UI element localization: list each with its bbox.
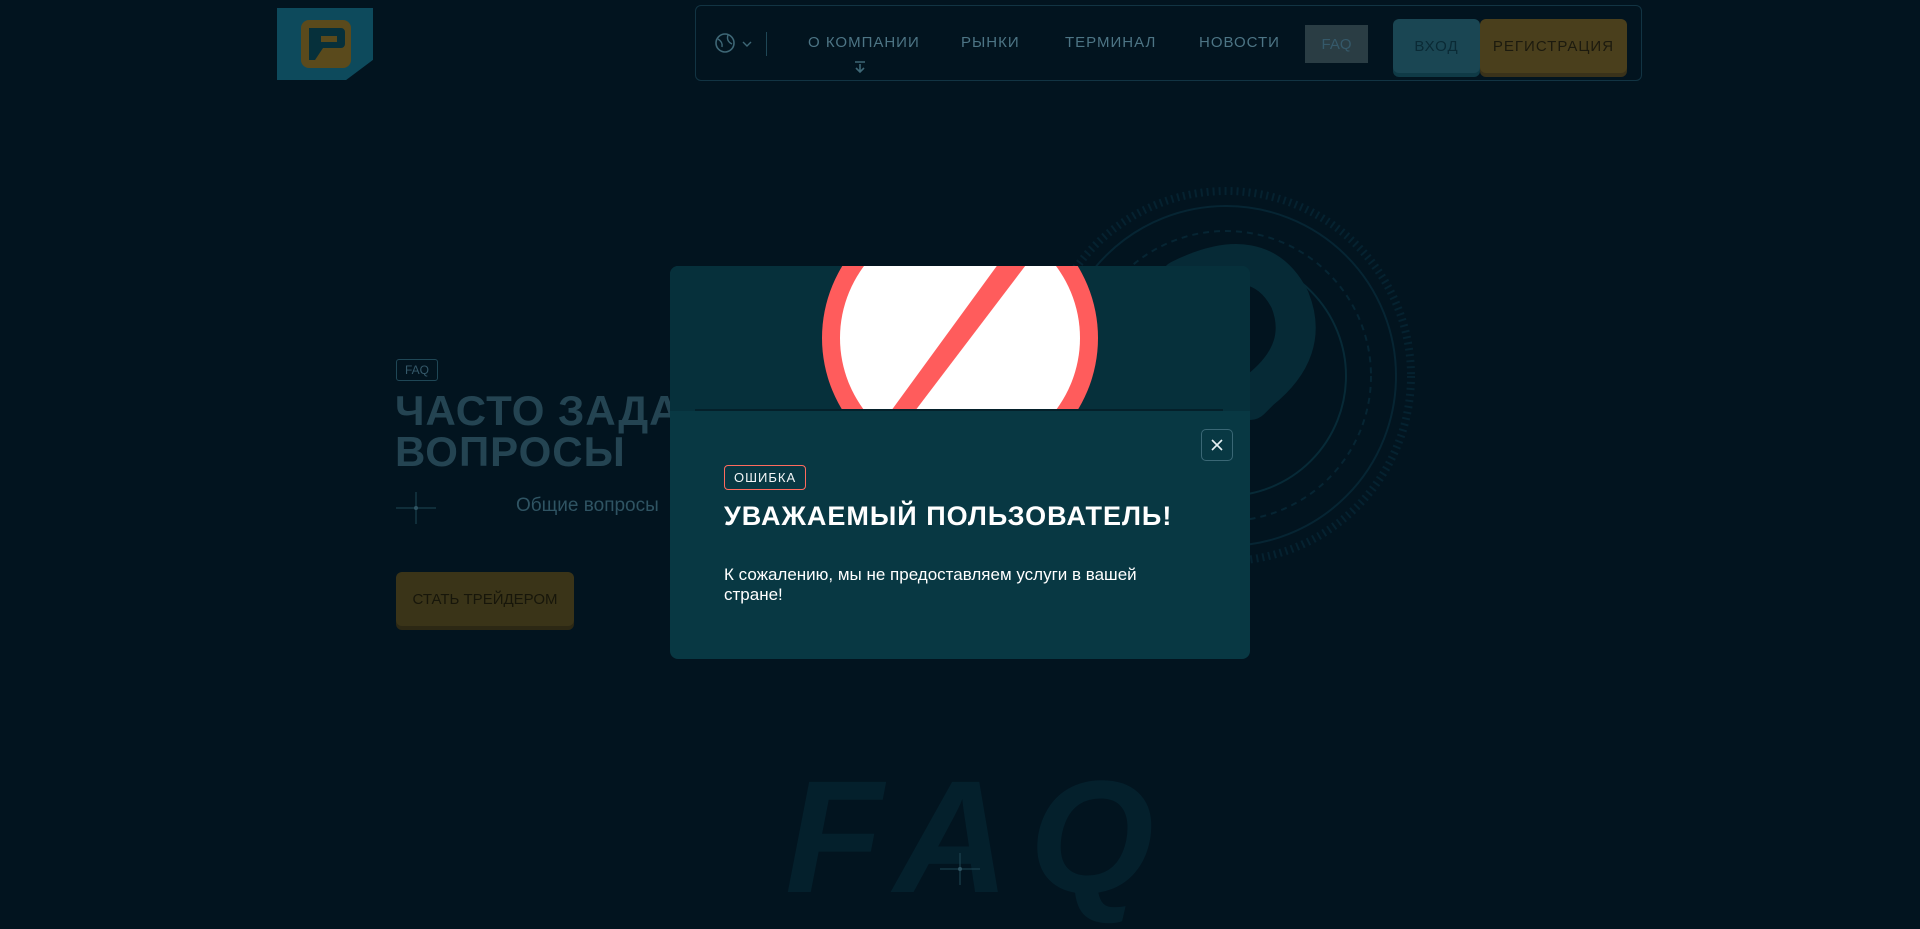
top-navigation: О КОМПАНИИ РЫНКИ ТЕРМИНАЛ НОВОСТИ FAQ ВХ…: [695, 5, 1642, 81]
ban-icon: [822, 266, 1098, 411]
nav-item-markets[interactable]: РЫНКИ: [961, 34, 1020, 51]
modal-title: УВАЖАЕМЫЙ ПОЛЬЗОВАТЕЛЬ!: [724, 501, 1173, 531]
crosshair-icon: [940, 853, 980, 885]
become-trader-button[interactable]: СТАТЬ ТРЕЙДЕРОМ: [396, 572, 574, 626]
hero-tag: FAQ: [396, 359, 439, 381]
nav-item-news[interactable]: НОВОСТИ: [1199, 34, 1280, 51]
modal-message: К сожалению, мы не предоставляем услуги …: [724, 565, 1137, 604]
error-modal: ОШИБКА УВАЖАЕМЫЙ ПОЛЬЗОВАТЕЛЬ! К сожален…: [670, 266, 1250, 659]
nav-item-terminal[interactable]: ТЕРМИНАЛ: [1065, 34, 1156, 51]
close-icon: [1211, 439, 1223, 451]
register-button[interactable]: РЕГИСТРАЦИЯ: [1480, 19, 1627, 73]
close-button[interactable]: [1201, 429, 1233, 461]
background-faq-text: FAQ: [785, 747, 1174, 926]
arrow-down-icon: [855, 61, 865, 74]
error-badge: ОШИБКА: [724, 465, 807, 490]
modal-divider: [695, 409, 1223, 411]
hero-subtitle: Общие вопросы: [516, 495, 659, 516]
crosshair-icon: [396, 492, 436, 524]
nav-item-faq[interactable]: FAQ: [1305, 25, 1368, 63]
globe-icon[interactable]: [714, 32, 736, 54]
chevron-down-icon[interactable]: [742, 40, 752, 48]
nav-divider: [766, 32, 767, 56]
nav-item-about[interactable]: О КОМПАНИИ: [808, 34, 920, 51]
logo[interactable]: [277, 8, 373, 80]
logo-icon: [301, 20, 351, 68]
login-button[interactable]: ВХОД: [1393, 19, 1480, 73]
